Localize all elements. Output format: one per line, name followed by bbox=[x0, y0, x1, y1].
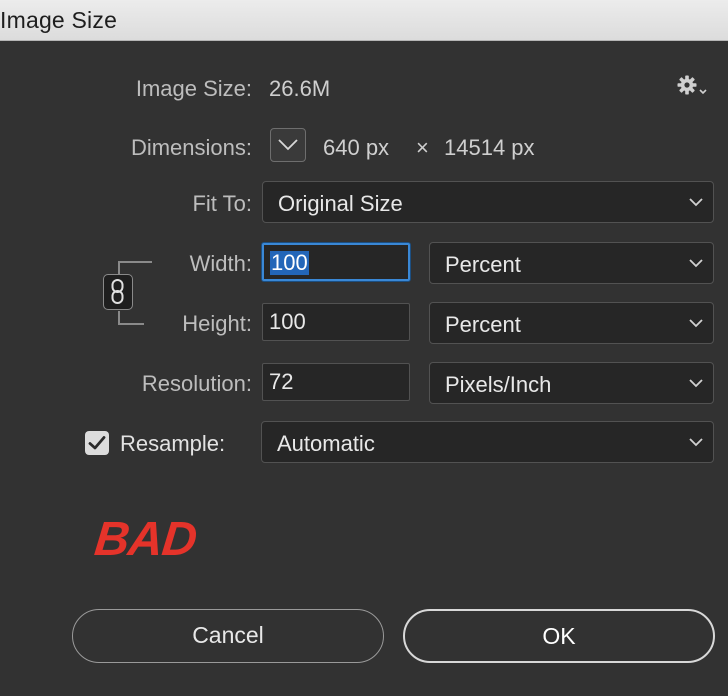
chevron-down-icon bbox=[689, 259, 703, 268]
resample-value: Automatic bbox=[277, 431, 375, 456]
constrain-proportions-button[interactable] bbox=[103, 274, 133, 310]
dimensions-width: 640 px bbox=[323, 135, 390, 160]
height-unit-select[interactable]: Percent bbox=[429, 302, 714, 344]
dimensions-height: 14514 px bbox=[444, 135, 535, 160]
resolution-value: 72 bbox=[269, 369, 294, 394]
resample-select[interactable]: Automatic bbox=[261, 421, 714, 463]
resample-checkbox[interactable] bbox=[85, 431, 109, 455]
cancel-button[interactable]: Cancel bbox=[72, 609, 384, 663]
resolution-input[interactable]: 72 bbox=[262, 363, 410, 401]
chevron-down-icon bbox=[689, 319, 703, 328]
fit-to-select[interactable]: Original Size bbox=[262, 181, 714, 223]
chevron-down-icon bbox=[689, 198, 703, 207]
resolution-label: Resolution: bbox=[141, 371, 252, 396]
image-size-label: Image Size: bbox=[135, 76, 252, 101]
height-label: Height: bbox=[182, 311, 252, 336]
fit-to-value: Original Size bbox=[278, 191, 403, 216]
height-value: 100 bbox=[269, 309, 306, 334]
resolution-unit-select[interactable]: Pixels/Inch bbox=[429, 362, 714, 404]
constrain-bracket-top bbox=[118, 261, 152, 274]
chevron-down-icon bbox=[689, 438, 703, 447]
width-input[interactable]: 100 bbox=[262, 243, 410, 281]
window-title: Image Size bbox=[0, 7, 118, 33]
resolution-unit-value: Pixels/Inch bbox=[445, 372, 552, 397]
gear-icon bbox=[677, 75, 707, 95]
resample-label: Resample: bbox=[120, 431, 226, 456]
width-label: Width: bbox=[189, 251, 252, 276]
dimensions-toggle-button[interactable] bbox=[270, 128, 306, 162]
constrain-bracket-bottom bbox=[118, 311, 144, 325]
chevron-down-icon bbox=[278, 139, 298, 151]
chevron-down-icon bbox=[689, 379, 703, 388]
settings-gear-icon[interactable] bbox=[676, 74, 708, 98]
checkmark-icon bbox=[88, 436, 106, 450]
ok-button[interactable]: OK bbox=[403, 609, 715, 663]
image-size-value: 26.6M bbox=[269, 76, 331, 101]
fit-to-label: Fit To: bbox=[192, 191, 252, 216]
title-bar: Image Size bbox=[0, 0, 728, 41]
bad-watermark: BAD bbox=[92, 513, 199, 566]
width-value: 100 bbox=[270, 250, 309, 275]
height-unit-value: Percent bbox=[445, 312, 521, 337]
dimensions-label: Dimensions: bbox=[130, 135, 252, 160]
chain-link-icon bbox=[111, 279, 124, 304]
width-unit-value: Percent bbox=[445, 252, 521, 277]
width-unit-select[interactable]: Percent bbox=[429, 242, 714, 284]
dimensions-times: × bbox=[416, 135, 429, 160]
height-input[interactable]: 100 bbox=[262, 303, 410, 341]
